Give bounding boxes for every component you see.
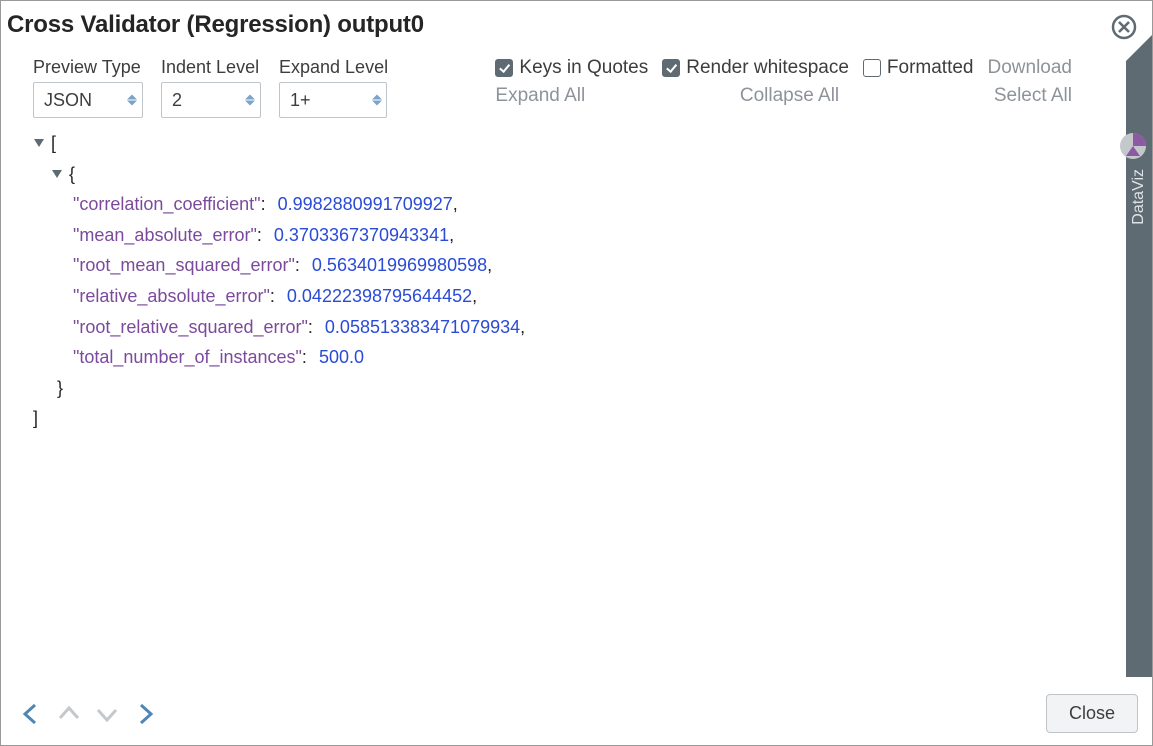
json-viewer[interactable]: [ { "correlation_coefficient": 0.9982880… bbox=[1, 126, 1152, 684]
formatted-checkbox[interactable]: Formatted bbox=[863, 57, 974, 79]
chevron-down-icon[interactable] bbox=[33, 138, 49, 148]
expand-level-label: Expand Level bbox=[279, 57, 388, 78]
indent-level-label: Indent Level bbox=[161, 57, 261, 78]
json-close-brace: } bbox=[57, 373, 63, 404]
dialog-title: Cross Validator (Regression) output0 bbox=[7, 11, 424, 39]
output-dialog: Cross Validator (Regression) output0 Pre… bbox=[1, 1, 1152, 745]
close-button[interactable]: Close bbox=[1046, 694, 1138, 733]
next-arrow-icon[interactable] bbox=[129, 698, 161, 730]
preview-type-select[interactable]: JSON bbox=[33, 82, 143, 118]
prev-arrow-icon[interactable] bbox=[15, 698, 47, 730]
indent-level-select[interactable]: 2 bbox=[161, 82, 261, 118]
json-entry: "total_number_of_instances": 500.0 bbox=[33, 342, 1152, 373]
render-whitespace-checkbox[interactable]: Render whitespace bbox=[662, 57, 849, 79]
dataviz-label: DataViz bbox=[1130, 169, 1148, 225]
collapse-all-link[interactable]: Collapse All bbox=[740, 85, 839, 107]
json-entry: "mean_absolute_error": 0.370336737094334… bbox=[33, 220, 1152, 251]
expand-level-select[interactable]: 1+ bbox=[279, 82, 387, 118]
dataviz-side-tab[interactable]: DataViz bbox=[1126, 61, 1152, 677]
json-entry: "relative_absolute_error": 0.04222398795… bbox=[33, 281, 1152, 312]
dataviz-icon bbox=[1120, 133, 1146, 159]
json-entry: "root_mean_squared_error": 0.56340199699… bbox=[33, 250, 1152, 281]
toolbar: Preview Type JSON Indent Level 2 Expand … bbox=[1, 47, 1152, 126]
download-link[interactable]: Download bbox=[988, 57, 1073, 79]
json-entry: "correlation_coefficient": 0.99828809917… bbox=[33, 189, 1152, 220]
select-all-link[interactable]: Select All bbox=[994, 85, 1072, 107]
up-arrow-icon bbox=[53, 698, 85, 730]
down-arrow-icon bbox=[91, 698, 123, 730]
chevron-down-icon[interactable] bbox=[51, 169, 67, 179]
keys-in-quotes-checkbox[interactable]: Keys in Quotes bbox=[495, 57, 648, 79]
expand-all-link[interactable]: Expand All bbox=[495, 85, 585, 107]
preview-type-label: Preview Type bbox=[33, 57, 143, 78]
json-open-brace: { bbox=[69, 159, 75, 190]
json-open-bracket: [ bbox=[51, 128, 56, 159]
dialog-footer: Close bbox=[1, 684, 1152, 745]
json-entry: "root_relative_squared_error": 0.0585133… bbox=[33, 312, 1152, 343]
json-close-bracket: ] bbox=[33, 403, 38, 434]
